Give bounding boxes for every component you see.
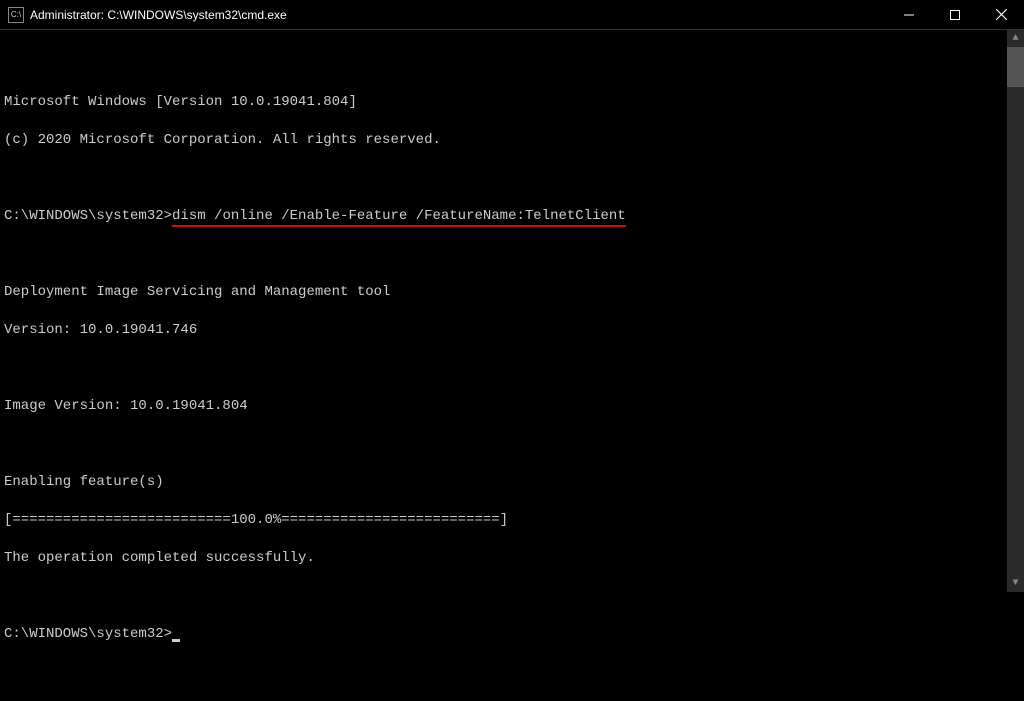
progress-line: [==========================100.0%=======… [4,511,1003,530]
prompt-line: C:\WINDOWS\system32> [4,625,1003,644]
titlebar[interactable]: C:\ Administrator: C:\WINDOWS\system32\c… [0,0,1024,30]
cursor [172,639,180,642]
blank-line [4,245,1003,264]
prompt-line: C:\WINDOWS\system32>dism /online /Enable… [4,207,1003,226]
prompt-path: C:\WINDOWS\system32> [4,208,172,224]
blank-line [4,169,1003,188]
output-line: The operation completed successfully. [4,549,1003,568]
output-line: (c) 2020 Microsoft Corporation. All righ… [4,131,1003,150]
scroll-up-arrow[interactable]: ▲ [1007,30,1024,47]
window-title: Administrator: C:\WINDOWS\system32\cmd.e… [30,8,287,22]
output-line: Image Version: 10.0.19041.804 [4,397,1003,416]
maximize-button[interactable] [932,0,978,29]
blank-line [4,359,1003,378]
cmd-icon: C:\ [8,7,24,23]
minimize-button[interactable] [886,0,932,29]
output-line: Enabling feature(s) [4,473,1003,492]
prompt-path: C:\WINDOWS\system32> [4,626,172,642]
blank-line [4,587,1003,606]
scroll-thumb[interactable] [1007,47,1024,87]
window-controls [886,0,1024,29]
blank-line [4,435,1003,454]
output-line: Version: 10.0.19041.746 [4,321,1003,340]
scroll-down-arrow[interactable]: ▼ [1007,575,1024,592]
output-line: Deployment Image Servicing and Managemen… [4,283,1003,302]
output-line: Microsoft Windows [Version 10.0.19041.80… [4,93,1003,112]
vertical-scrollbar[interactable]: ▲ ▼ [1007,30,1024,592]
entered-command: dism /online /Enable-Feature /FeatureNam… [172,208,626,227]
terminal-area[interactable]: Microsoft Windows [Version 10.0.19041.80… [0,30,1024,592]
close-button[interactable] [978,0,1024,29]
